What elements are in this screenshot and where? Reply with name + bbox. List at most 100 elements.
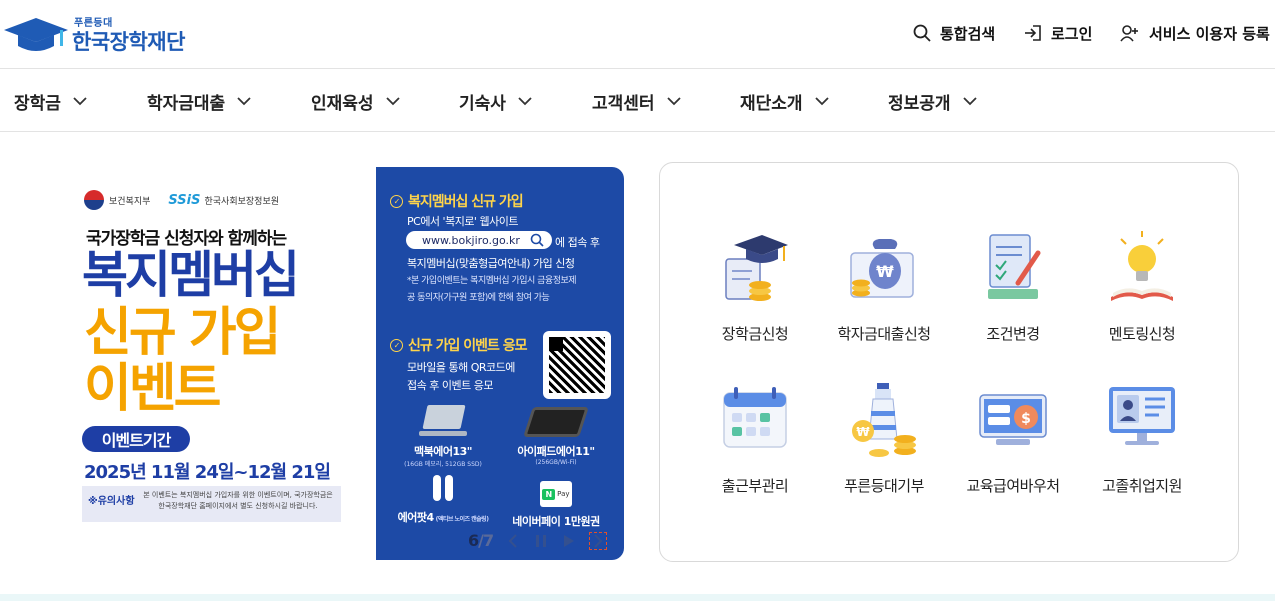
notice-box: ※유의사항 본 이벤트는 복지멤버십 가입자를 위한 이벤트이며, 국가장학금은… (82, 486, 341, 522)
main-nav: 장학금 학자금대출 인재육성 기숙사 고객센터 재단소개 정보공개 (0, 70, 1275, 132)
voucher-icon: $ (979, 394, 1047, 445)
prize-spec: (액티브 노이즈 캔슬링) (435, 516, 489, 523)
logo-title: 한국장학재단 (72, 30, 185, 54)
banner-pager: 6/7 (468, 531, 608, 550)
login-icon (1025, 25, 1041, 41)
quick-label: 학자금대출신청 (837, 325, 931, 343)
notice-text: 본 이벤트는 복지멤버십 가입자를 위한 이벤트이며, 국가장학금은 한국장학재… (143, 491, 333, 510)
tablet-icon (523, 407, 589, 437)
prize-ipad: 아이패드에어11" (256GB/Wi-Fi) (506, 407, 606, 466)
play-icon (564, 534, 575, 547)
play-button[interactable] (561, 533, 577, 549)
check-circle-icon: ✓ (390, 194, 403, 208)
lighthouse-coin-icon: ₩ (852, 383, 916, 457)
pause-icon (536, 534, 547, 547)
event-period: 2025년 11월 24일~12월 21일 (84, 462, 331, 483)
chevron-down-icon (962, 96, 977, 105)
quick-item-condition-change[interactable]: 조건변경 (948, 231, 1078, 351)
step1-line1: PC에서 '복지로' 웹사이트 (407, 215, 518, 228)
nav-item-student-loan[interactable]: 학자금대출 (147, 70, 251, 132)
chevron-right-icon (594, 533, 603, 548)
quick-item-donation[interactable]: ₩ 푸른등대기부 (819, 383, 949, 503)
notice-title: ※유의사항 (88, 496, 135, 507)
nav-item-scholarship[interactable]: 장학금 (14, 70, 87, 132)
quick-label: 조건변경 (986, 325, 1040, 343)
banner-orgs: 보건복지부 SSiS 한국사회보장정보원 (84, 190, 279, 210)
prize-name: 네이버페이 1만원권 (512, 515, 600, 528)
search-icon (913, 24, 931, 42)
event-period-tag: 이벤트기간 (82, 426, 190, 452)
graduation-cap-icon (725, 235, 788, 301)
banner-headline-2: 신규 가입 (84, 303, 281, 363)
chevron-down-icon (814, 96, 829, 105)
prize-name: 아이패드에어11" (517, 445, 595, 458)
org-ssis: 한국사회보장정보원 (204, 196, 280, 207)
site-logo[interactable]: 푸른등대 한국장학재단 (4, 12, 194, 56)
nav-label: 장학금 (14, 93, 61, 114)
step1-note: *본 가입이벤트는 복지멤버십 가입시 금융정보제공 동의자(가구원 포함)에 … (407, 276, 577, 303)
prize-name: 에어팟4 (액티브 노이즈 캔슬링) (398, 509, 489, 525)
prev-button[interactable] (505, 533, 521, 549)
prize-macbook: 맥북에어13" (16GB 메모리, 512GB SSD) (398, 405, 488, 468)
prize-airpods: 에어팟4 (액티브 노이즈 캔슬링) (398, 475, 489, 525)
svg-text:₩: ₩ (856, 425, 870, 439)
nav-label: 고객센터 (592, 93, 655, 114)
naver-pay-icon: N Pay (540, 481, 572, 507)
quick-label: 장학금신청 (721, 325, 789, 343)
user-register-link[interactable]: 서비스 이용자 등록 (1120, 22, 1270, 44)
lightbulb-book-icon (1111, 231, 1173, 301)
nav-item-dormitory[interactable]: 기숙사 (459, 70, 532, 132)
url-text: www.bokjiro.go.kr (422, 233, 520, 247)
chevron-down-icon (518, 96, 532, 105)
check-circle-icon: ✓ (390, 338, 403, 352)
nav-item-disclosure[interactable]: 정보공개 (888, 70, 977, 132)
step1-line2: 에 접속 후 (555, 236, 600, 249)
quick-label: 멘토링신청 (1108, 325, 1176, 343)
event-banner-left[interactable]: 보건복지부 SSiS 한국사회보장정보원 국가장학금 신청자와 함께하는 복지멤… (64, 168, 364, 560)
banner-headline-3: 이벤트 (84, 359, 222, 419)
footer-strip (0, 594, 1275, 601)
nav-item-customer-center[interactable]: 고객센터 (592, 70, 681, 132)
quick-label: 고졸취업지원 (1102, 477, 1182, 495)
svg-text:$: $ (1021, 411, 1031, 427)
quick-item-loan-apply[interactable]: ₩ 학자금대출신청 (819, 231, 949, 351)
org-ministry: 보건복지부 (109, 196, 151, 207)
qr-code (543, 331, 611, 399)
step2-heading: ✓ 신규 가입 이벤트 응모 (390, 335, 528, 355)
pause-button[interactable] (533, 533, 549, 549)
search-link[interactable]: 통합검색 (913, 22, 995, 44)
nav-label: 학자금대출 (147, 93, 226, 114)
calendar-icon (723, 387, 787, 448)
search-icon (530, 233, 544, 247)
login-label: 로그인 (1051, 24, 1093, 43)
quick-item-job-support[interactable]: 고졸취업지원 (1077, 383, 1207, 503)
quick-item-education-voucher[interactable]: $ 교육급여바우처 (948, 383, 1078, 503)
user-add-icon (1120, 25, 1138, 42)
svg-text:₩: ₩ (876, 262, 894, 281)
top-bar: 푸른등대 한국장학재단 통합검색 로그인 서비스 이용자 등록 (0, 0, 1275, 69)
search-label: 통합검색 (940, 24, 996, 43)
step2-line2: 접속 후 이벤트 응모 (407, 379, 493, 392)
prize-naverpay: N Pay 네이버페이 1만원권 (506, 481, 606, 529)
user-register-label: 서비스 이용자 등록 (1149, 24, 1270, 43)
nav-label: 인재육성 (311, 93, 374, 114)
quick-item-scholarship-apply[interactable]: 장학금신청 (690, 231, 820, 351)
quick-menu: 장학금신청 ₩ 학자금대출신청 조건변경 멘토링신청 출근부관리 ₩ 푸른등대기… (659, 162, 1239, 562)
step1-title: 복지멤버십 신규 가입 (408, 194, 524, 210)
chevron-down-icon (73, 96, 87, 105)
nav-item-talent[interactable]: 인재육성 (311, 70, 400, 132)
chevron-down-icon (237, 96, 251, 105)
event-banner-right[interactable]: ✓ 복지멤버십 신규 가입 PC에서 '복지로' 웹사이트 www.bokjir… (376, 167, 624, 560)
quick-label: 출근부관리 (721, 477, 789, 495)
next-button[interactable] (589, 531, 608, 550)
nav-item-about[interactable]: 재단소개 (740, 70, 829, 132)
ministry-emblem-icon (84, 190, 104, 210)
pager-count: 6/7 (468, 531, 494, 550)
banner-headline-1: 복지멤버십 (82, 246, 300, 304)
quick-item-attendance[interactable]: 출근부관리 (690, 383, 820, 503)
chevron-left-icon (508, 533, 517, 548)
prize-spec: (256GB/Wi-Fi) (535, 459, 577, 466)
quick-item-mentoring[interactable]: 멘토링신청 (1077, 231, 1207, 351)
chevron-down-icon (666, 96, 681, 105)
login-link[interactable]: 로그인 (1024, 22, 1092, 44)
